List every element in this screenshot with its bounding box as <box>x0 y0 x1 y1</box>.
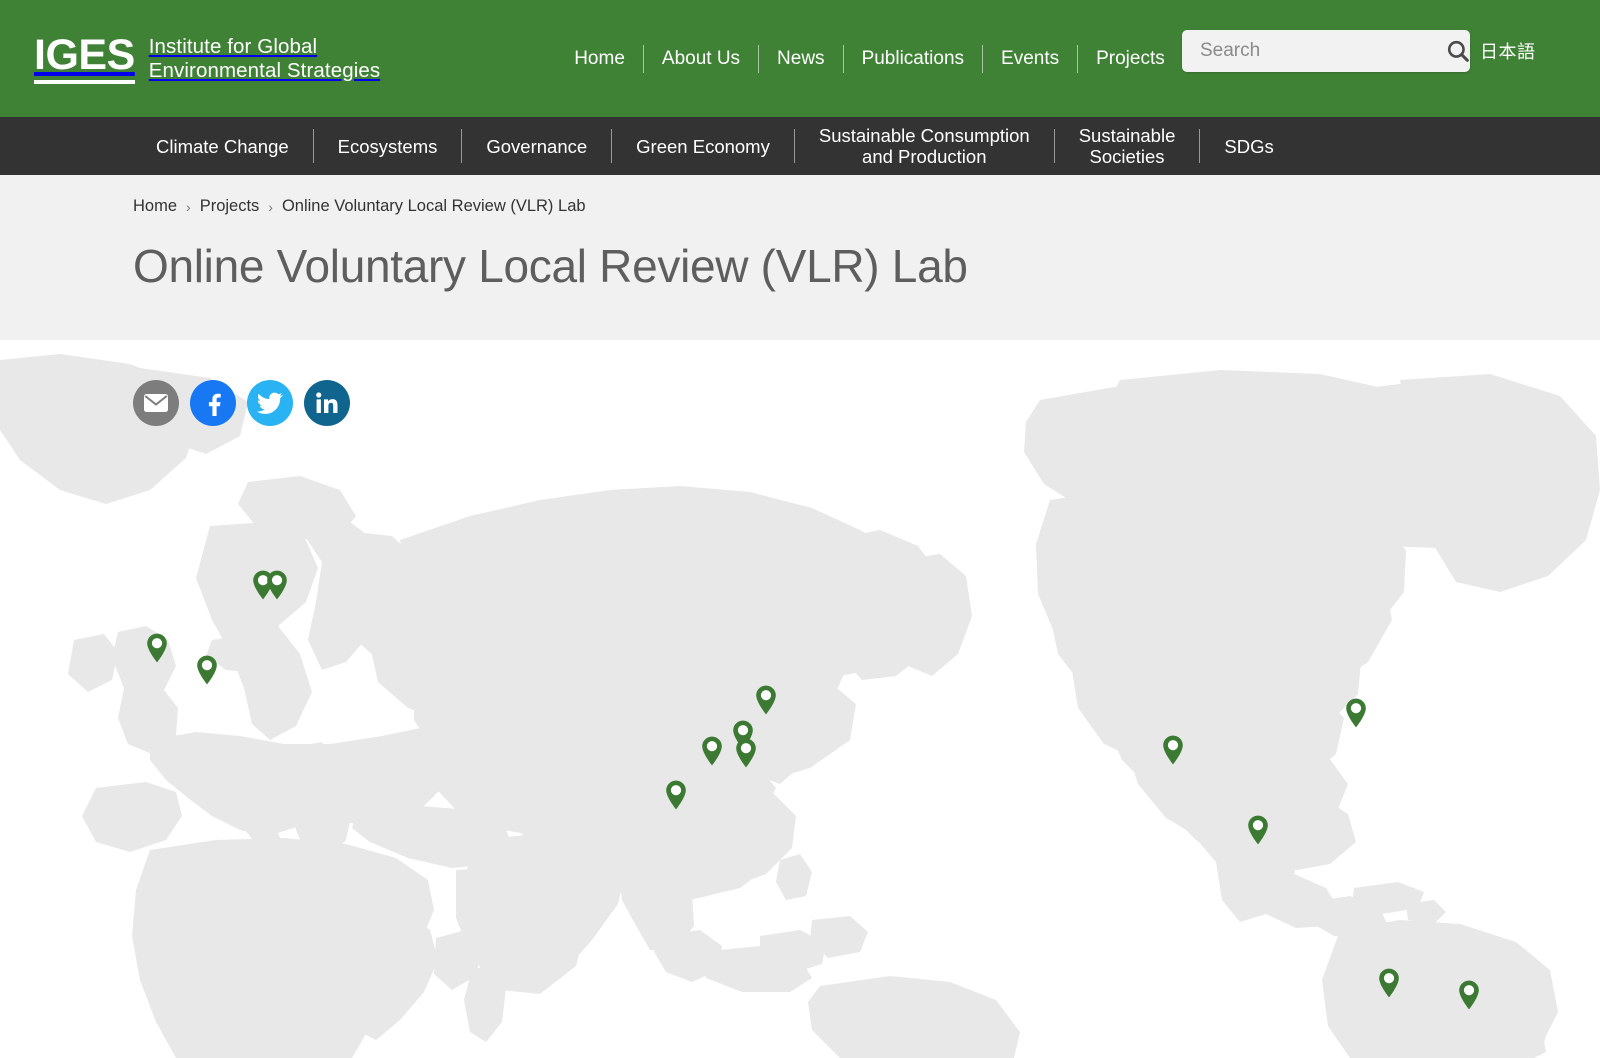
map-pin-icon <box>1163 735 1183 765</box>
facebook-icon <box>208 393 221 416</box>
language-switch-japanese[interactable]: 日本語 <box>1480 38 1536 64</box>
nav-item-projects[interactable]: Projects <box>1078 42 1183 76</box>
breadcrumb-item-projects[interactable]: Projects <box>200 197 260 216</box>
nav-item-news[interactable]: News <box>759 42 843 76</box>
map-pin-icon <box>736 738 756 768</box>
map-pin-icon <box>1346 698 1366 728</box>
map-pin-icon <box>756 685 776 715</box>
marker-uk[interactable] <box>146 633 168 663</box>
facebook-share-button[interactable] <box>190 380 236 426</box>
world-map[interactable] <box>0 340 1600 1058</box>
search-input[interactable] <box>1182 40 1445 62</box>
marker-brazil[interactable] <box>1458 980 1480 1010</box>
page-header-band: Home › Projects › Online Voluntary Local… <box>0 175 1600 340</box>
marker-mexico[interactable] <box>1247 815 1269 845</box>
marker-france[interactable] <box>196 655 218 685</box>
subnav-item-ecosystems[interactable]: Ecosystems <box>314 136 462 157</box>
logo-tagline-line1: Institute for Global <box>148 34 318 58</box>
marker-us-west[interactable] <box>1162 735 1184 765</box>
map-pin-icon <box>1459 980 1479 1010</box>
marker-bolivia[interactable] <box>1378 968 1400 998</box>
logo-wordmark: IGES <box>34 33 135 84</box>
map-pin-icon <box>1379 968 1399 998</box>
marker-taiwan[interactable] <box>665 780 687 810</box>
linkedin-share-button[interactable] <box>304 380 350 426</box>
email-share-button[interactable] <box>133 380 179 426</box>
map-pin-icon <box>666 780 686 810</box>
breadcrumb-separator-icon: › <box>268 198 273 215</box>
subnav-item-sdgs[interactable]: SDGs <box>1200 136 1297 157</box>
search-icon <box>1447 40 1469 62</box>
nav-item-events[interactable]: Events <box>983 42 1077 76</box>
map-pin-icon <box>1248 815 1268 845</box>
subnav-item-governance[interactable]: Governance <box>462 136 611 157</box>
twitter-icon <box>257 392 283 414</box>
search-box[interactable] <box>1182 30 1470 72</box>
map-pin-icon <box>197 655 217 685</box>
linkedin-icon <box>316 392 338 413</box>
subnav-item-sustainable-consumption-and-production[interactable]: Sustainable Consumption and Production <box>795 125 1054 167</box>
page-title: Online Voluntary Local Review (VLR) Lab <box>133 240 968 292</box>
nav-item-about-us[interactable]: About Us <box>644 42 758 76</box>
map-pin-icon <box>147 633 167 663</box>
marker-japan-west[interactable] <box>735 738 757 768</box>
breadcrumb: Home › Projects › Online Voluntary Local… <box>133 197 1600 216</box>
social-share-bar <box>133 380 350 426</box>
logo-tagline: Institute for Global Environmental Strat… <box>149 35 380 83</box>
nav-item-publications[interactable]: Publications <box>844 42 982 76</box>
search-submit-button[interactable] <box>1445 30 1471 72</box>
twitter-share-button[interactable] <box>247 380 293 426</box>
marker-china-east[interactable] <box>701 736 723 766</box>
subnav-item-sustainable-societies[interactable]: Sustainable Societies <box>1055 125 1200 167</box>
map-pin-icon <box>267 570 287 600</box>
site-header: IGES Institute for Global Environmental … <box>0 0 1600 117</box>
primary-nav: Home About Us News Publications Events P… <box>556 42 1183 76</box>
breadcrumb-item-home[interactable]: Home <box>133 197 177 216</box>
marker-japan-north[interactable] <box>755 685 777 715</box>
marker-us-east[interactable] <box>1345 698 1367 728</box>
breadcrumb-separator-icon: › <box>186 198 191 215</box>
map-pin-icon <box>702 736 722 766</box>
marker-finland[interactable] <box>266 570 288 600</box>
subnav-item-green-economy[interactable]: Green Economy <box>612 136 794 157</box>
breadcrumb-item-current: Online Voluntary Local Review (VLR) Lab <box>281 197 586 215</box>
secondary-nav: Climate Change Ecosystems Governance Gre… <box>0 117 1600 175</box>
subnav-item-climate-change[interactable]: Climate Change <box>132 136 313 157</box>
nav-item-home[interactable]: Home <box>556 42 643 76</box>
envelope-icon <box>144 394 168 412</box>
site-logo[interactable]: IGES Institute for Global Environmental … <box>34 33 380 84</box>
logo-tagline-line2: Environmental Strategies <box>148 58 381 82</box>
